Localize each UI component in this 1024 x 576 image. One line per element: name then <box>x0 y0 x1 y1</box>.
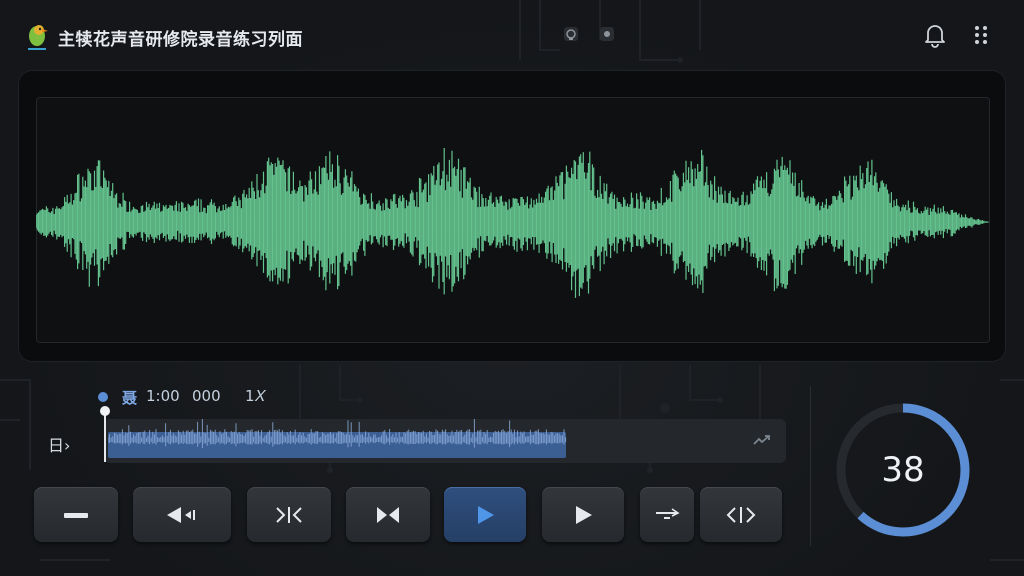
waveform-path <box>36 148 990 298</box>
rewind-icon <box>167 506 195 523</box>
swap-icon <box>656 507 680 519</box>
track-label[interactable]: 日› <box>48 432 70 456</box>
check-icon[interactable] <box>751 430 773 452</box>
join-icon <box>377 506 399 523</box>
minus-button[interactable] <box>34 487 118 542</box>
scrubber-waveform-path <box>108 419 567 448</box>
playback-label: 聂 <box>122 389 138 407</box>
next-button[interactable] <box>542 487 624 542</box>
headphones-icon[interactable] <box>563 26 579 42</box>
swap-button[interactable] <box>640 487 694 542</box>
total-time: 000 <box>192 387 221 405</box>
app-header: 主犊花声音研修院录音练习列面 <box>0 0 1024 70</box>
page-title: 主犊花声音研修院录音练习列面 <box>58 30 303 50</box>
record-icon[interactable] <box>599 26 615 42</box>
play-outline-icon <box>576 505 592 524</box>
play-button[interactable] <box>444 487 526 542</box>
recording-dot-icon <box>98 392 108 402</box>
bell-icon[interactable] <box>922 22 948 48</box>
counter-value: 38 <box>881 450 925 490</box>
expand-button[interactable] <box>700 487 782 542</box>
playback-rate[interactable]: 1𝑋 <box>245 387 265 405</box>
app-window: 主犊花声音研修院录音练习列面 聂 1:00 000 1𝑋 日› 38 <box>0 0 1024 576</box>
current-time: 1:00 <box>146 387 180 405</box>
expand-icon <box>726 506 756 523</box>
split-icon <box>276 506 302 523</box>
scrubber-waveform <box>108 419 567 448</box>
split-button[interactable] <box>247 487 331 542</box>
join-button[interactable] <box>346 487 430 542</box>
bird-logo-icon <box>28 25 48 50</box>
playhead[interactable] <box>104 410 106 462</box>
play-icon <box>478 505 494 524</box>
rewind-button[interactable] <box>133 487 231 542</box>
playhead-handle[interactable] <box>100 406 110 416</box>
minus-icon <box>64 512 88 518</box>
panel-divider <box>810 386 811 546</box>
more-vertical-icon[interactable] <box>968 22 994 48</box>
waveform-display[interactable] <box>36 97 990 343</box>
